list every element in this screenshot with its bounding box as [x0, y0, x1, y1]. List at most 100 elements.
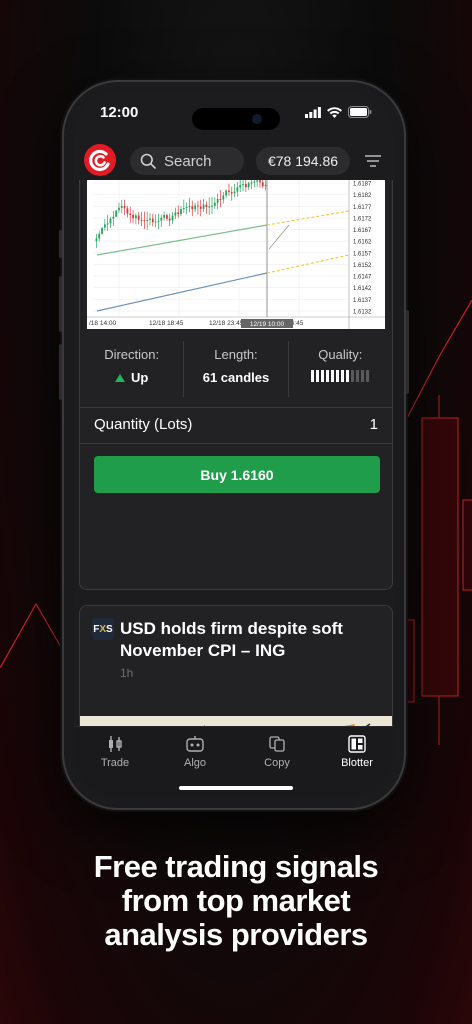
- tab-blotter[interactable]: Blotter: [322, 735, 392, 769]
- candle-body: [134, 215, 137, 219]
- quality-bar: [341, 370, 345, 382]
- copy-icon: [269, 736, 285, 752]
- candle-body: [118, 207, 120, 211]
- candle-body: [228, 190, 230, 193]
- candlestick-icon: [109, 736, 122, 752]
- news-source-logo: FXS: [92, 618, 114, 640]
- news-title[interactable]: USD holds firm despite soft November CPI…: [120, 618, 380, 662]
- price-tick-label: 1.6172: [353, 216, 372, 222]
- quality-bar: [321, 370, 325, 382]
- search-input[interactable]: Search: [130, 147, 244, 175]
- brand-swirl-icon: [89, 149, 110, 172]
- tab-algo[interactable]: Algo: [160, 735, 230, 769]
- direction-value: Up: [80, 370, 183, 385]
- quality-bar: [351, 370, 355, 382]
- direction-metric: Direction: Up: [80, 341, 183, 397]
- lower-channel-line: [96, 272, 268, 312]
- candle-body: [216, 198, 219, 203]
- candle-body: [157, 220, 160, 222]
- candle-body: [261, 182, 264, 187]
- candle-body: [244, 183, 247, 188]
- tab-trade[interactable]: Trade: [80, 735, 150, 769]
- candle-body: [95, 238, 98, 241]
- logo-letter: S: [106, 623, 113, 635]
- account-balance-button[interactable]: €78 194.86: [256, 147, 350, 175]
- candle-body: [180, 209, 182, 215]
- target-arrow: [268, 224, 290, 250]
- quantity-row[interactable]: Quantity (Lots) 1: [94, 416, 378, 433]
- cursor-time-label: 12/19 10:00: [250, 321, 285, 328]
- top-bar: Search €78 194.86: [74, 136, 394, 180]
- phone-volume-down-button: [59, 344, 62, 400]
- candle-body: [197, 205, 199, 207]
- candle-body: [185, 207, 188, 209]
- signal-metrics: Direction: Up Length: 61 candles Quality…: [80, 341, 392, 397]
- candle-body: [247, 183, 250, 188]
- headline-line-3: analysis providers: [104, 917, 368, 952]
- candle-body: [253, 181, 256, 183]
- headline-line-1: Free trading signals: [93, 849, 379, 884]
- candle-body: [146, 220, 149, 222]
- quality-label: Quality:: [318, 347, 363, 362]
- dynamic-island: [192, 108, 280, 130]
- candle-body: [191, 206, 194, 210]
- candle-body: [213, 202, 216, 206]
- candle-body: [174, 212, 177, 216]
- quality-bar: [356, 370, 360, 382]
- direction-label: Direction:: [104, 347, 160, 362]
- phone-power-button: [406, 310, 409, 394]
- quality-metric: Quality:: [287, 341, 392, 397]
- quality-bar: [346, 370, 350, 382]
- news-card[interactable]: FXS USD holds firm despite soft November…: [79, 605, 393, 730]
- tab-copy[interactable]: Copy: [242, 735, 312, 769]
- status-bar: 12:00: [74, 92, 394, 136]
- candle-body: [239, 185, 242, 188]
- lower-projection-line: [266, 254, 350, 274]
- candle-body: [202, 204, 205, 209]
- app-logo-icon[interactable]: [84, 144, 116, 176]
- candlestick-chart-svg: 1.6187 1.6182 1.6177 1.6172 1.6167 1.6162 1.61…: [87, 180, 385, 329]
- search-icon: [140, 153, 156, 169]
- time-tick-label: 12/18 23:45: [209, 320, 244, 327]
- candle-body: [250, 182, 253, 184]
- candle-body: [101, 227, 103, 234]
- candle-body: [211, 205, 213, 207]
- filter-menu-icon[interactable]: [364, 152, 382, 170]
- candle-body: [112, 216, 115, 219]
- candle-body: [137, 215, 140, 220]
- price-tick-label: 1.6177: [353, 205, 372, 211]
- price-tick-label: 1.6182: [353, 193, 372, 199]
- candle-body: [256, 180, 259, 182]
- candle-body: [233, 191, 236, 194]
- promo-headline: Free trading signals from top market ana…: [0, 850, 472, 952]
- blotter-icon: [348, 735, 366, 753]
- candle-body: [98, 233, 101, 239]
- quality-bar: [316, 370, 320, 382]
- price-tick-label: 1.6137: [353, 298, 372, 304]
- home-indicator[interactable]: [179, 786, 293, 790]
- candle-body: [199, 206, 202, 209]
- quality-bar: [331, 370, 335, 382]
- time-tick-label: /18 14:00: [89, 320, 116, 327]
- phone-volume-up-button: [59, 276, 62, 332]
- candle-body: [160, 217, 163, 221]
- candle-body: [115, 210, 118, 217]
- buy-button[interactable]: Buy 1.6160: [94, 456, 380, 493]
- quantity-value[interactable]: 1: [370, 416, 378, 433]
- camera-icon: [252, 114, 262, 124]
- candle-body: [109, 218, 112, 224]
- divider: [80, 443, 392, 444]
- candle-body: [165, 215, 168, 219]
- quantity-label: Quantity (Lots): [94, 416, 193, 433]
- quality-bar: [326, 370, 330, 382]
- tab-blotter-label: Blotter: [341, 757, 373, 769]
- tab-algo-label: Algo: [183, 757, 207, 769]
- candle-body: [151, 218, 154, 223]
- candle-body: [259, 180, 261, 183]
- candle-body: [132, 214, 134, 219]
- candle-body: [163, 215, 165, 218]
- feed-scroll-area[interactable]: 1.6187 1.6182 1.6177 1.6172 1.6167 1.6162 1.61…: [74, 180, 394, 730]
- candle-body: [120, 205, 123, 208]
- candle-body: [143, 220, 146, 222]
- length-label: Length:: [214, 347, 258, 362]
